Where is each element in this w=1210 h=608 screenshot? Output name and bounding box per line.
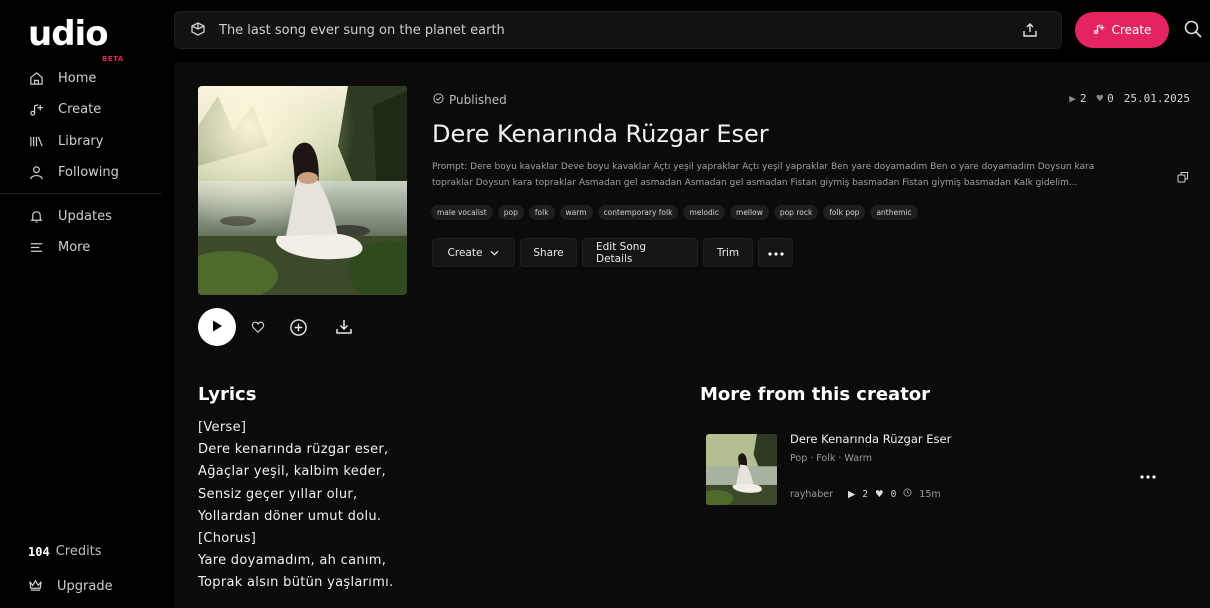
published-label: Published bbox=[449, 93, 507, 107]
credits-count: 104 bbox=[28, 544, 50, 559]
crown-icon bbox=[28, 577, 43, 596]
lyrics-line: [Verse] bbox=[198, 420, 247, 435]
song-cover-image bbox=[198, 86, 407, 295]
tag-chip[interactable]: mellow bbox=[730, 205, 769, 220]
play-small-icon: ▶ bbox=[1069, 92, 1076, 105]
bell-icon bbox=[28, 208, 44, 224]
create-button-label: Create bbox=[1111, 23, 1152, 37]
clock-icon bbox=[903, 488, 912, 500]
lyrics-line: Sensiz geçer yıllar olur, bbox=[198, 486, 358, 502]
track-creator[interactable]: rayhaber bbox=[790, 489, 833, 500]
sidebar-item-updates[interactable]: Updates bbox=[28, 205, 112, 227]
play-icon bbox=[210, 318, 224, 337]
ellipsis-icon bbox=[767, 247, 784, 259]
search-icon[interactable] bbox=[1183, 19, 1205, 41]
credits-counter[interactable]: 104 Credits bbox=[28, 544, 102, 559]
track-play-count: 2 bbox=[862, 488, 869, 500]
tag-chip[interactable]: warm bbox=[559, 205, 593, 220]
prompt-input[interactable]: The last song ever sung on the planet ea… bbox=[219, 23, 1007, 38]
play-count: ▶ 2 bbox=[1069, 92, 1087, 105]
track-more-options-icon[interactable] bbox=[1140, 464, 1156, 479]
lyrics-line: [Chorus] bbox=[198, 531, 257, 547]
tag-chip[interactable]: pop bbox=[497, 205, 524, 220]
credits-label: Credits bbox=[55, 544, 102, 559]
music-note-plus-icon bbox=[28, 101, 44, 117]
library-icon bbox=[28, 133, 44, 149]
sidebar-item-label: Library bbox=[58, 133, 104, 149]
heart-small-icon: ♥ bbox=[875, 488, 884, 500]
sidebar-item-create[interactable]: Create bbox=[28, 98, 101, 120]
track-genres: Pop · Folk · Warm bbox=[790, 453, 873, 464]
song-title: Dere Kenarında Rüzgar Eser bbox=[432, 120, 769, 148]
track-meta: rayhaber ▶ 2 ♥ 0 15m bbox=[790, 488, 941, 500]
check-circle-icon bbox=[433, 93, 444, 107]
heart-icon[interactable] bbox=[248, 317, 268, 337]
udio-logo[interactable]: udio BETA bbox=[28, 14, 123, 63]
lyrics-line: Ağaçlar yeşil, kalbim keder, bbox=[198, 464, 386, 480]
sidebar-item-more[interactable]: More bbox=[28, 236, 90, 258]
sidebar-divider bbox=[0, 193, 162, 194]
track-like-count: 0 bbox=[890, 488, 897, 500]
add-to-playlist-icon[interactable] bbox=[288, 317, 308, 337]
lyrics-body: [Verse] Dere kenarında rüzgar eser, Ağaç… bbox=[198, 417, 394, 595]
tag-chip[interactable]: pop rock bbox=[773, 205, 819, 220]
track-thumbnail[interactable] bbox=[706, 434, 777, 505]
track-title[interactable]: Dere Kenarında Rüzgar Eser bbox=[790, 432, 951, 446]
sidebar-item-library[interactable]: Library bbox=[28, 130, 103, 152]
person-icon bbox=[28, 164, 44, 180]
edit-song-details-button[interactable]: Edit Song Details bbox=[582, 238, 698, 267]
lyrics-line: Yollardan döner umut dolu. bbox=[198, 508, 382, 524]
track-duration: 15m bbox=[919, 488, 941, 500]
chevron-down-icon bbox=[490, 247, 499, 259]
tag-chip[interactable]: male vocalist bbox=[431, 205, 493, 220]
lyrics-line: Yare doyamadım, ah canım, bbox=[198, 553, 387, 569]
play-button[interactable] bbox=[198, 308, 236, 346]
sidebar-item-label: Home bbox=[58, 70, 97, 86]
tag-chip[interactable]: melodic bbox=[683, 205, 726, 220]
share-button[interactable]: Share bbox=[520, 238, 577, 267]
prompt-bar[interactable]: The last song ever sung on the planet ea… bbox=[174, 11, 1062, 49]
lyrics-line: Toprak alsın bütün yaşlarımı. bbox=[198, 575, 394, 591]
more-from-creator-heading: More from this creator bbox=[700, 384, 931, 405]
song-stats: ▶ 2 ♥ 0 25.01.2025 bbox=[1069, 92, 1190, 105]
heart-small-icon: ♥ bbox=[1096, 92, 1104, 105]
sidebar-item-home[interactable]: Home bbox=[28, 67, 96, 89]
sidebar-item-label: Create bbox=[58, 101, 102, 117]
sidebar-item-following[interactable]: Following bbox=[28, 161, 119, 183]
lyrics-heading: Lyrics bbox=[198, 384, 257, 405]
prompt-line-2: topraklar Doysun kara topraklar Asmadan … bbox=[432, 178, 1078, 188]
more-options-button[interactable] bbox=[758, 238, 793, 267]
upgrade-label: Upgrade bbox=[57, 579, 113, 594]
play-small-icon: ▶ bbox=[847, 488, 856, 500]
publish-date: 25.01.2025 bbox=[1123, 92, 1190, 105]
download-icon[interactable] bbox=[334, 317, 354, 337]
sidebar: udio BETA Home Create Library Following … bbox=[0, 0, 162, 608]
upload-icon[interactable] bbox=[1019, 19, 1041, 41]
upgrade-button[interactable]: Upgrade bbox=[28, 577, 113, 596]
tag-chip[interactable]: contemporary folk bbox=[597, 205, 679, 220]
sidebar-item-label: Following bbox=[58, 164, 119, 180]
create-dropdown-button[interactable]: Create bbox=[432, 238, 515, 267]
lyrics-line: Dere kenarında rüzgar eser, bbox=[198, 442, 389, 458]
beta-badge: BETA bbox=[102, 55, 124, 63]
home-icon bbox=[28, 70, 44, 86]
tag-chip[interactable]: folk pop bbox=[823, 205, 866, 220]
prompt-line-1: Prompt: Dere boyu kavaklar Deve boyu kav… bbox=[432, 162, 1095, 172]
song-actions: Create Share Edit Song Details Trim bbox=[432, 238, 793, 267]
sidebar-item-label: Updates bbox=[58, 208, 112, 224]
like-count: ♥ 0 bbox=[1096, 92, 1114, 105]
create-button[interactable]: Create bbox=[1075, 12, 1169, 48]
song-prompt: Prompt: Dere boyu kavaklar Deve boyu kav… bbox=[432, 159, 1174, 191]
published-status: Published bbox=[433, 93, 507, 107]
music-note-plus-icon bbox=[1093, 23, 1105, 38]
creator-track-item[interactable]: Dere Kenarında Rüzgar Eser Pop · Folk · … bbox=[706, 432, 1190, 508]
copy-icon[interactable] bbox=[1177, 168, 1189, 183]
tag-chip[interactable]: anthemic bbox=[870, 205, 918, 220]
tag-list: male vocalist pop folk warm contemporary… bbox=[431, 205, 918, 220]
sidebar-item-label: More bbox=[58, 239, 91, 255]
tag-chip[interactable]: folk bbox=[528, 205, 555, 220]
trim-button[interactable]: Trim bbox=[703, 238, 753, 267]
dice-icon[interactable] bbox=[189, 19, 207, 41]
menu-lines-icon bbox=[28, 239, 44, 255]
